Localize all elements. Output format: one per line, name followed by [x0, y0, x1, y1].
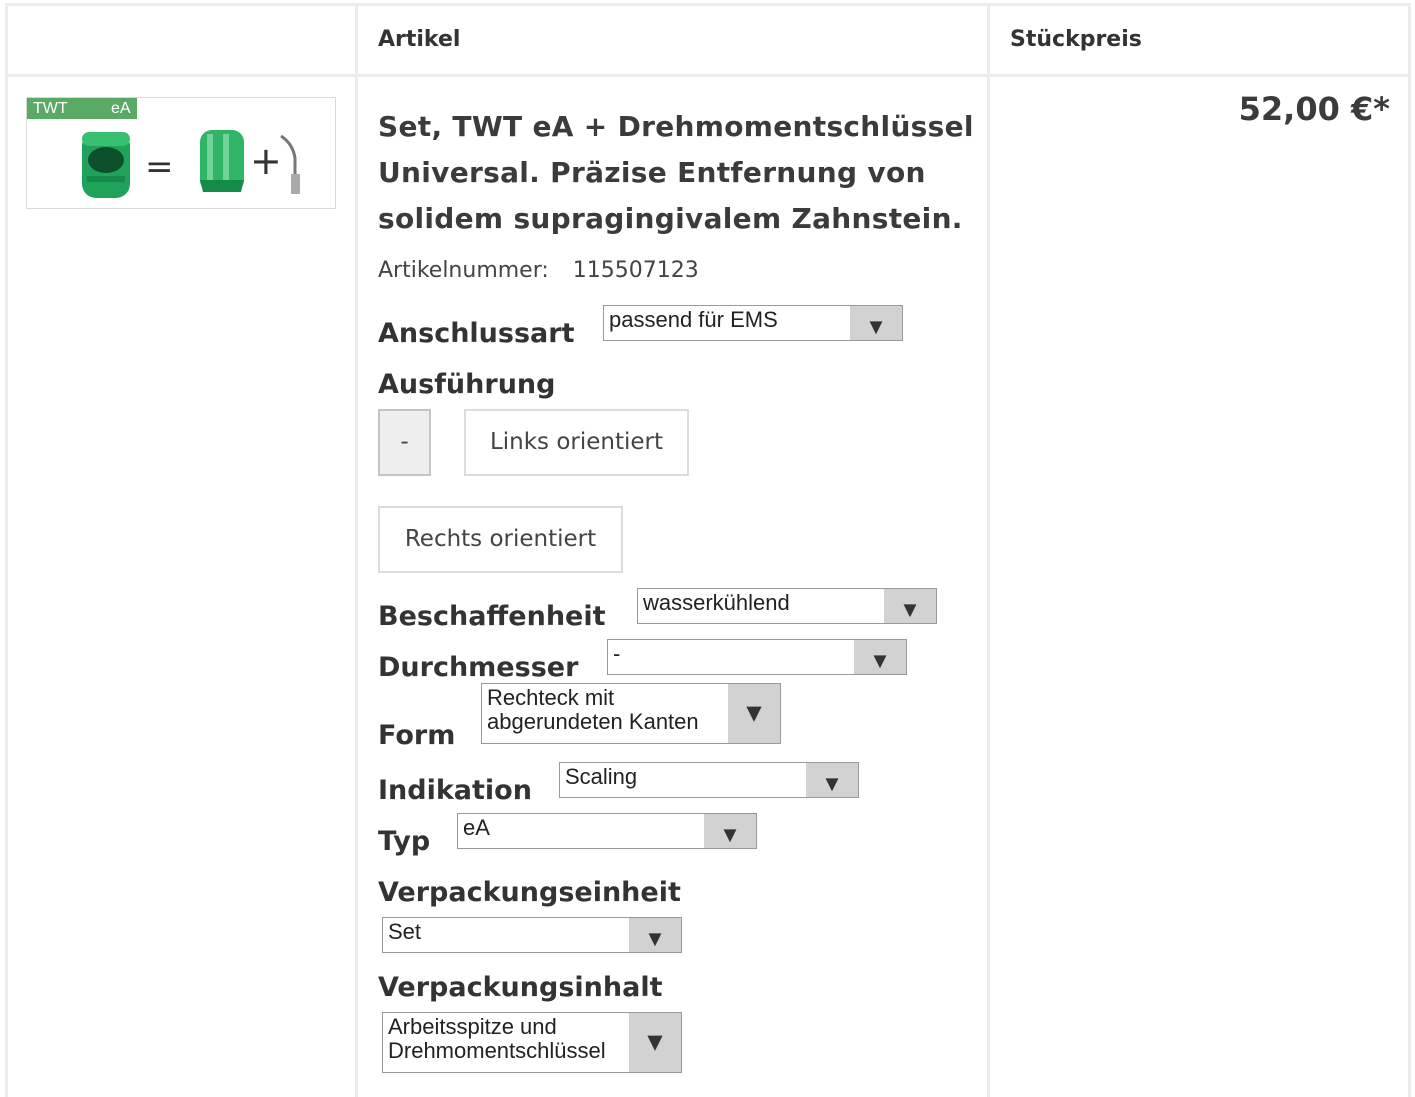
dropdown-arrow-icon[interactable]: ▼ — [704, 814, 756, 848]
dropdown-arrow-icon[interactable]: ▼ — [854, 640, 906, 674]
dropdown-arrow-icon[interactable]: ▼ — [806, 763, 858, 797]
tip-holder-icon — [82, 132, 130, 198]
article-number-value: 115507123 — [572, 258, 699, 283]
product-title[interactable]: Set, TWT eA + Drehmomentschlüssel Univer… — [378, 104, 978, 242]
column-header-article: Artikel — [378, 27, 461, 52]
diameter-value: - — [613, 641, 621, 666]
type-label: Typ — [378, 826, 431, 857]
diameter-label: Durchmesser — [378, 652, 579, 683]
form-value: Rechteck mit abgerundeten Kanten — [487, 685, 699, 734]
plus-sign: + — [250, 139, 282, 183]
table-divider-2 — [987, 3, 990, 1097]
dropdown-arrow-icon[interactable]: ▼ — [629, 1013, 681, 1072]
connection-type-select[interactable]: passend für EMS ▼ — [603, 305, 903, 341]
table-border-left — [5, 3, 8, 1097]
table-border-top — [5, 3, 1410, 6]
version-option-none[interactable]: - — [378, 409, 431, 476]
connection-type-label: Anschlussart — [378, 318, 575, 349]
product-image[interactable]: TWT eA = + — [26, 97, 336, 209]
product-illustration: = + — [82, 130, 300, 198]
unit-price: 52,00 €* — [1238, 90, 1390, 128]
table-border-header — [5, 74, 1410, 77]
type-select[interactable]: eA ▼ — [457, 813, 757, 849]
connection-type-value: passend für EMS — [609, 307, 778, 332]
form-label: Form — [378, 720, 456, 751]
condition-select[interactable]: wasserkühlend ▼ — [637, 588, 937, 624]
dropdown-arrow-icon[interactable]: ▼ — [629, 918, 681, 952]
form-select[interactable]: Rechteck mit abgerundeten Kanten ▼ — [481, 683, 781, 744]
type-value: eA — [463, 815, 490, 840]
table-border-right — [1408, 3, 1411, 1097]
condition-value: wasserkühlend — [643, 590, 790, 615]
packaging-content-select[interactable]: Arbeitsspitze und Drehmomentschlüssel ▼ — [382, 1012, 682, 1073]
diameter-select[interactable]: - ▼ — [607, 639, 907, 675]
packaging-unit-select[interactable]: Set ▼ — [382, 917, 682, 953]
article-number-row: Artikelnummer: 115507123 — [378, 258, 699, 283]
holder-body-icon — [200, 130, 244, 192]
table-divider-1 — [355, 3, 358, 1097]
version-option-right[interactable]: Rechts orientiert — [378, 506, 623, 573]
dropdown-arrow-icon[interactable]: ▼ — [850, 306, 902, 340]
packaging-unit-value: Set — [388, 919, 422, 944]
indication-value: Scaling — [565, 764, 638, 789]
indication-select[interactable]: Scaling ▼ — [559, 762, 859, 798]
article-number-label: Artikelnummer: — [378, 258, 549, 283]
scaler-tip-icon — [280, 134, 300, 194]
dropdown-arrow-icon[interactable]: ▼ — [884, 589, 936, 623]
packaging-content-value: Arbeitsspitze und Drehmomentschlüssel — [388, 1014, 606, 1063]
packaging-content-label: Verpackungsinhalt — [378, 972, 663, 1003]
equals-sign: = — [145, 147, 174, 187]
version-label: Ausführung — [378, 369, 556, 400]
packaging-unit-label: Verpackungseinheit — [378, 877, 681, 908]
dropdown-arrow-icon[interactable]: ▼ — [728, 684, 780, 743]
condition-label: Beschaffenheit — [378, 601, 606, 632]
version-option-left[interactable]: Links orientiert — [464, 409, 689, 476]
indication-label: Indikation — [378, 775, 532, 806]
column-header-unit-price: Stückpreis — [1010, 27, 1142, 52]
